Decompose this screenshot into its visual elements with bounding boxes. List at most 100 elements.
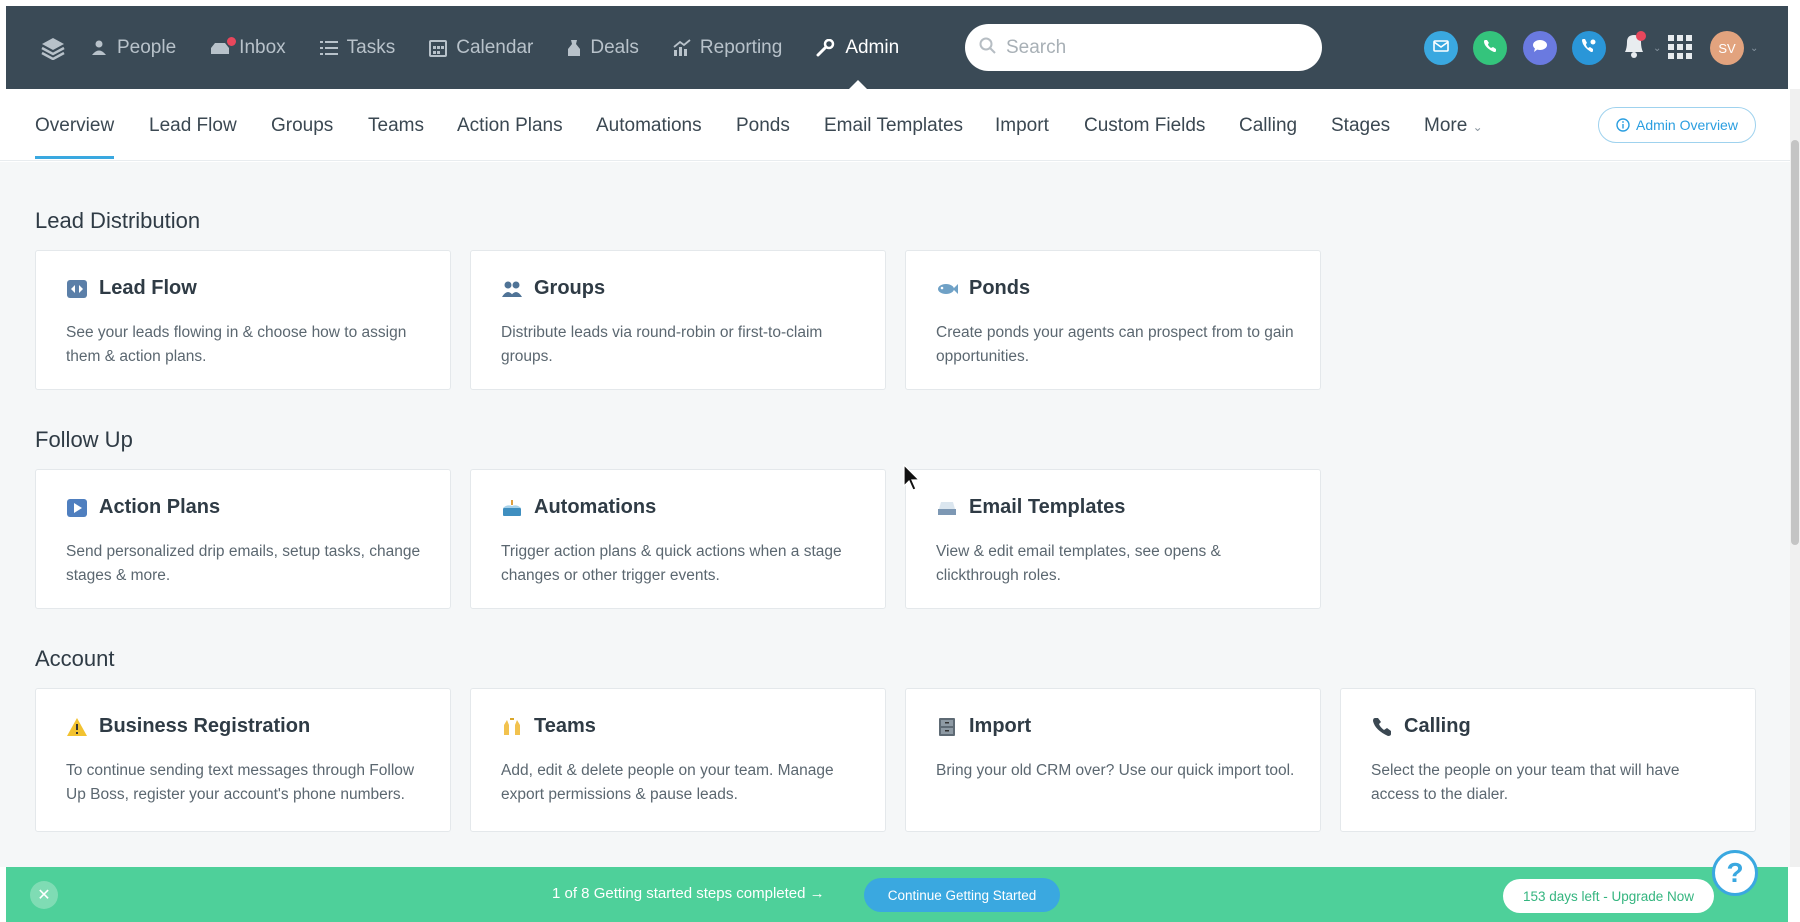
close-getting-started-button[interactable]: ✕: [30, 881, 58, 909]
card-description: View & edit email templates, see opens &…: [936, 543, 1221, 584]
card-groups[interactable]: Groups Distribute leads via round-robin …: [470, 250, 886, 390]
email-button[interactable]: [1424, 31, 1458, 65]
card-teams[interactable]: Teams Add, edit & delete people on your …: [470, 688, 886, 832]
email-icon: [1433, 39, 1449, 57]
nav-inbox[interactable]: Inbox: [210, 6, 286, 89]
phone-icon: [1483, 39, 1497, 58]
dialer-button[interactable]: [1572, 31, 1606, 65]
cake-icon: [501, 497, 523, 519]
warning-icon: [66, 716, 88, 738]
lead-flow-icon: [66, 278, 88, 300]
phone-button[interactable]: [1473, 31, 1507, 65]
close-icon: ✕: [37, 887, 51, 904]
tab-calling[interactable]: Calling: [1239, 115, 1297, 137]
help-button[interactable]: ?: [1712, 850, 1758, 896]
tab-automations[interactable]: Automations: [596, 115, 702, 137]
getting-started-progress-text: 1 of 8 Getting started steps completed →: [552, 885, 825, 902]
dialer-icon: [1581, 38, 1597, 59]
card-title: Teams: [501, 715, 596, 738]
card-email-templates[interactable]: Email Templates View & edit email templa…: [905, 469, 1321, 609]
app-logo-icon[interactable]: [38, 33, 68, 63]
card-title-text: Import: [969, 715, 1032, 737]
card-description: Create ponds your agents can prospect fr…: [936, 324, 1294, 365]
tab-email-templates[interactable]: Email Templates: [824, 115, 963, 137]
card-description: To continue sending text messages throug…: [66, 762, 415, 803]
top-navigation-bar: People Inbox Tasks Calendar Deals Report…: [6, 6, 1788, 89]
card-title-text: Ponds: [969, 277, 1031, 299]
card-calling[interactable]: Calling Select the people on your team t…: [1340, 688, 1756, 832]
chevron-down-icon: ⌄: [1653, 43, 1662, 54]
card-automations[interactable]: Automations Trigger action plans & quick…: [470, 469, 886, 609]
chat-button[interactable]: [1523, 31, 1557, 65]
tab-import[interactable]: Import: [995, 115, 1049, 137]
user-avatar[interactable]: SV: [1710, 31, 1744, 65]
card-description: Trigger action plans & quick actions whe…: [501, 543, 842, 584]
admin-overview-label: Admin Overview: [1636, 117, 1738, 133]
tab-overview[interactable]: Overview: [35, 115, 114, 137]
section-title-follow-up: Follow Up: [35, 427, 133, 452]
card-title-text: Automations: [534, 496, 657, 518]
nav-tasks[interactable]: Tasks: [319, 6, 396, 89]
nav-admin[interactable]: Admin: [816, 6, 899, 89]
card-title-text: Business Registration: [99, 715, 311, 737]
card-title: Import: [936, 715, 1031, 738]
search-input[interactable]: [1006, 36, 1296, 59]
person-icon: [90, 39, 108, 57]
search-box[interactable]: [965, 24, 1322, 71]
nav-deals[interactable]: Deals: [567, 6, 639, 89]
nav-tasks-label: Tasks: [346, 36, 396, 58]
phone-icon: [1371, 716, 1393, 738]
card-title: Calling: [1371, 715, 1471, 738]
continue-getting-started-button[interactable]: Continue Getting Started: [864, 878, 1060, 912]
scrollbar-thumb[interactable]: [1791, 140, 1799, 545]
tab-more-label: More: [1424, 115, 1468, 136]
card-action-plans[interactable]: Action Plans Send personalized drip emai…: [35, 469, 451, 609]
reporting-icon: [673, 38, 691, 57]
nav-admin-label: Admin: [845, 36, 900, 58]
tab-more[interactable]: More ⌄: [1424, 115, 1483, 137]
admin-overview-button[interactable]: Admin Overview: [1598, 107, 1756, 143]
tab-custom-fields[interactable]: Custom Fields: [1084, 115, 1205, 137]
card-lead-flow[interactable]: Lead Flow See your leads flowing in & ch…: [35, 250, 451, 390]
notifications-bell-icon[interactable]: [1619, 30, 1649, 67]
upgrade-now-button[interactable]: 153 days left - Upgrade Now: [1503, 879, 1714, 913]
card-ponds[interactable]: Ponds Create ponds your agents can prosp…: [905, 250, 1321, 390]
card-title: Email Templates: [936, 496, 1125, 519]
nav-reporting[interactable]: Reporting: [673, 6, 782, 89]
card-title-text: Lead Flow: [99, 277, 197, 299]
card-description: Distribute leads via round-robin or firs…: [501, 324, 823, 365]
card-title-text: Calling: [1404, 715, 1471, 737]
mouse-cursor-icon: [903, 463, 923, 497]
card-import[interactable]: Import Bring your old CRM over? Use our …: [905, 688, 1321, 832]
card-business-registration[interactable]: Business Registration To continue sendin…: [35, 688, 451, 832]
nav-calendar-label: Calendar: [456, 36, 534, 58]
card-description: Select the people on your team that will…: [1371, 762, 1680, 803]
tab-groups[interactable]: Groups: [271, 115, 333, 137]
nav-calendar[interactable]: Calendar: [429, 6, 533, 89]
card-title-text: Action Plans: [99, 496, 221, 518]
card-title: Action Plans: [66, 496, 220, 519]
nav-inbox-label: Inbox: [239, 36, 286, 58]
tab-ponds[interactable]: Ponds: [736, 115, 790, 137]
tab-lead-flow[interactable]: Lead Flow: [149, 115, 237, 137]
card-title-text: Groups: [534, 277, 606, 299]
card-title: Ponds: [936, 277, 1030, 300]
apps-grid-icon[interactable]: [1668, 35, 1692, 64]
avatar-initials: SV: [1718, 40, 1736, 56]
help-question-icon: ?: [1726, 857, 1744, 888]
card-description: Bring your old CRM over? Use our quick i…: [936, 762, 1295, 779]
active-tab-indicator: [35, 156, 114, 159]
calendar-icon: [429, 39, 448, 57]
deals-icon: [567, 39, 581, 57]
nav-people[interactable]: People: [90, 6, 176, 89]
tab-action-plans[interactable]: Action Plans: [457, 115, 563, 137]
section-title-account: Account: [35, 646, 115, 671]
card-title-text: Teams: [534, 715, 596, 737]
section-title-lead-distribution: Lead Distribution: [35, 208, 201, 233]
admin-overview-content: Lead Distribution Lead Flow See your lea…: [0, 162, 1790, 867]
tab-stages[interactable]: Stages: [1331, 115, 1390, 137]
wrench-icon: [816, 38, 836, 57]
groups-icon: [501, 278, 523, 300]
tab-teams[interactable]: Teams: [368, 115, 424, 137]
email-tray-icon: [936, 497, 958, 519]
